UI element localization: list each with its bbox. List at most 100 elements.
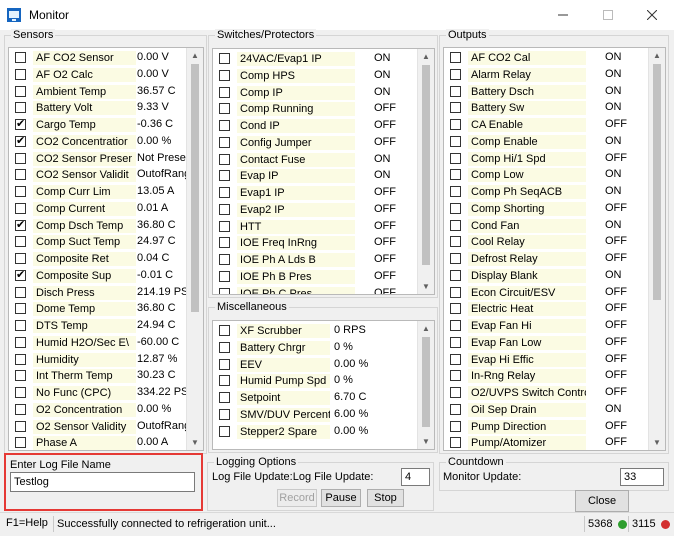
switches-row[interactable]: Config Jumper OFF (213, 134, 434, 151)
switches-row[interactable]: Evap2 IP OFF (213, 201, 434, 218)
outputs-row[interactable]: CA Enable OFF (444, 116, 665, 133)
outputs-row[interactable]: Comp Ph SeqACB ON (444, 183, 665, 200)
sensors-row-checkbox[interactable] (15, 85, 26, 97)
switches-row-checkbox[interactable] (219, 86, 230, 98)
outputs-row[interactable]: Evap Fan Low OFF (444, 334, 665, 351)
switches-row[interactable]: IOE Ph B Pres OFF (213, 268, 434, 285)
sensors-row[interactable]: ✔ Composite Sup -0.01 C (9, 267, 203, 284)
sensors-row-checkbox[interactable] (15, 403, 26, 415)
switches-row[interactable]: HTT OFF (213, 218, 434, 235)
switches-row[interactable]: Comp IP ON (213, 84, 434, 101)
switches-row-checkbox[interactable] (219, 237, 230, 249)
stop-button[interactable]: Stop (367, 489, 404, 507)
switches-row[interactable]: IOE Ph A Lds B OFF (213, 251, 434, 268)
outputs-row-checkbox[interactable] (450, 336, 461, 348)
window-close-button[interactable] (629, 0, 674, 30)
sensors-row[interactable]: Int Therm Temp 30.23 C (9, 367, 203, 384)
switches-row-checkbox[interactable] (219, 220, 230, 232)
misc-row[interactable]: XF Scrubber 0 RPS (213, 322, 434, 339)
outputs-row-checkbox[interactable] (450, 119, 461, 130)
sensors-row-checkbox[interactable] (15, 303, 26, 315)
outputs-row-checkbox[interactable] (450, 420, 461, 432)
outputs-row-checkbox[interactable] (450, 387, 461, 398)
maximize-button[interactable] (585, 0, 630, 30)
switches-row[interactable]: Evap1 IP OFF (213, 184, 434, 201)
switches-row-checkbox[interactable] (219, 136, 230, 148)
scroll-up-arrow-icon[interactable]: ▲ (187, 48, 203, 63)
sensors-row-checkbox[interactable] (15, 336, 26, 348)
sensors-row-checkbox[interactable] (15, 52, 26, 63)
switches-row[interactable]: Cond IP OFF (213, 117, 434, 134)
sensors-row-checkbox[interactable]: ✔ (15, 118, 26, 130)
close-button[interactable]: Close (575, 490, 629, 512)
outputs-row[interactable]: Comp Enable ON (444, 133, 665, 150)
misc-row-checkbox[interactable] (219, 325, 230, 336)
outputs-row-checkbox[interactable] (450, 219, 461, 231)
switches-row-checkbox[interactable] (219, 187, 230, 198)
outputs-row-checkbox[interactable] (450, 437, 461, 449)
outputs-row[interactable]: Display Blank ON (444, 267, 665, 284)
outputs-row[interactable]: Comp Shorting OFF (444, 200, 665, 217)
sensors-row[interactable]: Humid H2O/Sec E\ -60.00 C (9, 334, 203, 351)
sensors-row[interactable]: O2 Concentration 0.00 % (9, 401, 203, 418)
misc-row[interactable]: Stepper2 Spare 0.00 % (213, 423, 434, 440)
switches-row-checkbox[interactable] (219, 153, 230, 165)
sensors-row[interactable]: Composite Ret 0.04 C (9, 250, 203, 267)
misc-list[interactable]: XF Scrubber 0 RPS Battery Chrgr 0 % EEV 0.00 … (212, 320, 435, 450)
outputs-row-checkbox[interactable] (450, 169, 461, 181)
scroll-up-arrow-icon[interactable]: ▲ (649, 48, 665, 63)
outputs-row[interactable]: In-Rng Relay OFF (444, 367, 665, 384)
outputs-row-checkbox[interactable] (450, 303, 461, 315)
outputs-row[interactable]: Evap Hi Effic OFF (444, 351, 665, 368)
sensors-row-checkbox[interactable] (15, 102, 26, 114)
outputs-row[interactable]: Cool Relay OFF (444, 233, 665, 250)
sensors-row-checkbox[interactable] (15, 68, 26, 80)
outputs-list[interactable]: AF CO2 Cal ON Alarm Relay ON Battery Dsch ON B… (443, 47, 666, 451)
outputs-row-checkbox[interactable] (450, 186, 461, 197)
sensors-row[interactable]: Dome Temp 36.80 C (9, 300, 203, 317)
outputs-row-checkbox[interactable] (450, 85, 461, 97)
misc-row[interactable]: SMV/DUV Percent 6.00 % (213, 406, 434, 423)
outputs-row[interactable]: Oil Sep Drain ON (444, 401, 665, 418)
misc-row[interactable]: Setpoint 6.70 C (213, 389, 434, 406)
sensors-row[interactable]: AF O2 Calc 0.00 V (9, 66, 203, 83)
sensors-row[interactable]: ✔ Comp Dsch Temp 36.80 C (9, 217, 203, 234)
outputs-row-checkbox[interactable] (450, 152, 461, 164)
sensors-row[interactable]: Comp Current 0.01 A (9, 200, 203, 217)
sensors-row-checkbox[interactable] (15, 169, 26, 181)
outputs-row[interactable]: Defrost Relay OFF (444, 250, 665, 267)
misc-row-checkbox[interactable] (219, 392, 230, 403)
outputs-row-checkbox[interactable] (450, 102, 461, 114)
outputs-row[interactable]: Pump Direction OFF (444, 418, 665, 435)
sensors-row[interactable]: DTS Temp 24.94 C (9, 317, 203, 334)
outputs-row-checkbox[interactable] (450, 68, 461, 80)
sensors-row-checkbox[interactable] (15, 353, 26, 365)
switches-row-checkbox[interactable] (219, 254, 230, 265)
scroll-thumb[interactable] (191, 64, 199, 312)
scroll-down-arrow-icon[interactable]: ▼ (418, 279, 434, 294)
scroll-down-arrow-icon[interactable]: ▼ (187, 435, 203, 450)
sensors-row[interactable]: ✔ CO2 Concentratior 0.00 % (9, 133, 203, 150)
switches-row-checkbox[interactable] (219, 103, 230, 115)
scroll-up-arrow-icon[interactable]: ▲ (418, 321, 434, 336)
switches-list[interactable]: 24VAC/Evap1 IP ON Comp HPS ON Comp IP ON Comp … (212, 48, 435, 295)
sensors-row[interactable]: CO2 Sensor Preser Not Presen (9, 150, 203, 167)
sensors-row[interactable]: O2 Sensor Validity OutofRang (9, 418, 203, 435)
switches-row[interactable]: Comp HPS ON (213, 67, 434, 84)
outputs-row[interactable]: Battery Sw ON (444, 99, 665, 116)
minimize-button[interactable] (540, 0, 585, 30)
outputs-row-checkbox[interactable] (450, 202, 461, 214)
outputs-row-checkbox[interactable] (450, 403, 461, 415)
scroll-down-arrow-icon[interactable]: ▼ (649, 435, 665, 450)
switches-row-checkbox[interactable] (219, 287, 230, 294)
switches-row-checkbox[interactable] (219, 69, 230, 81)
switches-row[interactable]: IOE Freq InRng OFF (213, 234, 434, 251)
switches-row-checkbox[interactable] (219, 270, 230, 282)
sensors-row[interactable]: Phase A 0.00 A (9, 434, 203, 450)
sensors-row[interactable]: Comp Curr Lim 13.05 A (9, 183, 203, 200)
scroll-thumb[interactable] (422, 337, 430, 427)
switches-row-checkbox[interactable] (219, 120, 230, 131)
sensors-row-checkbox[interactable] (15, 152, 26, 164)
outputs-scrollbar[interactable]: ▲ ▼ (648, 48, 665, 450)
countdown-input[interactable]: 33 (620, 468, 664, 486)
